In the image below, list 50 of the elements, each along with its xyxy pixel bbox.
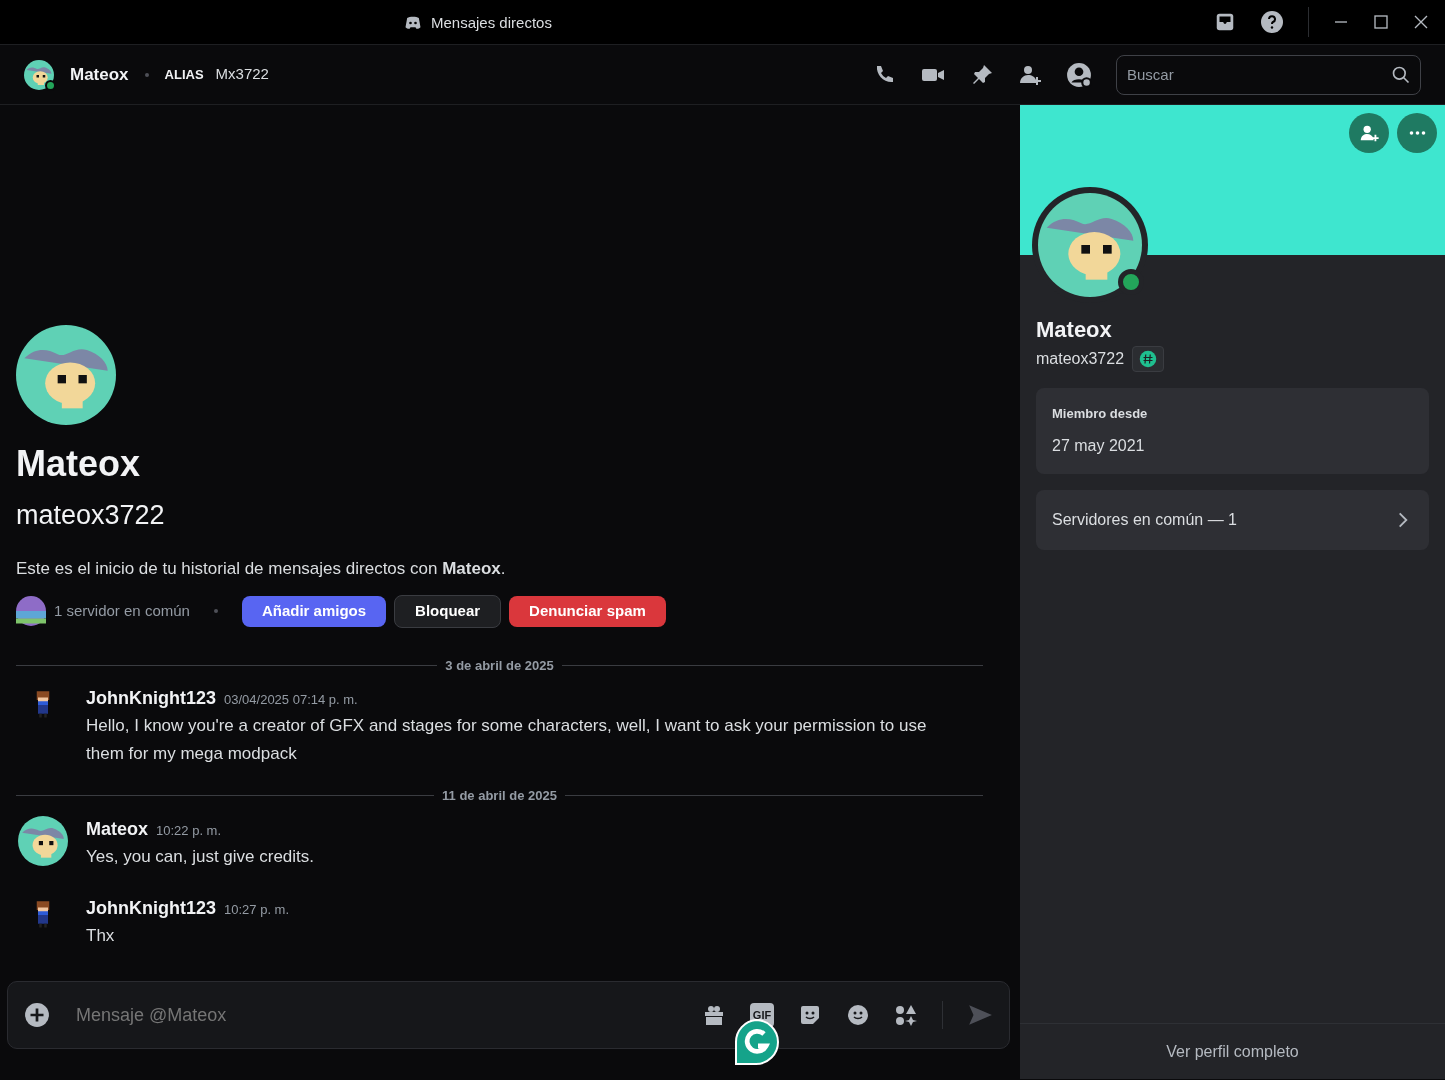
apps-icon[interactable] [894,1003,918,1027]
member-since-label: Miembro desde [1052,405,1149,423]
message-author: JohnKnight123 [86,687,216,710]
message-text: Thx [86,924,116,947]
help-icon[interactable] [1260,10,1284,34]
action-button[interactable]: Denunciar spam [509,596,666,627]
alias-value: Mx3722 [215,64,269,85]
emoji-icon[interactable] [846,1003,870,1027]
date-divider: 3 de abril de 2025 [445,656,554,675]
sticker-icon[interactable] [798,1003,822,1027]
hashtag-badge-icon [1139,350,1158,368]
maximize-icon[interactable] [1373,14,1389,30]
message-author: JohnKnight123 [86,896,216,920]
profile-name: Mateox [16,442,142,486]
user-name: Mateox [70,63,129,86]
message-timestamp: 10:22 p. m. [156,821,222,840]
message-timestamp: 03/04/2025 07:14 p. m. [224,691,358,709]
profile-icon[interactable] [1066,61,1092,88]
mutual-servers-row[interactable]: Servidores en común — 1 [1036,489,1429,550]
user-avatar [24,59,54,90]
view-full-profile-link[interactable]: Ver perfil completo [1166,1039,1299,1064]
search-icon [1391,64,1411,85]
inbox-icon[interactable] [1214,11,1236,33]
more-icon [1408,131,1426,135]
date-divider: 11 de abril de 2025 [442,787,557,805]
more-button[interactable] [1397,113,1437,153]
profile-name: Mateox [1036,316,1113,344]
online-status-dot [45,79,56,91]
message-field[interactable]: Mensaje @Mateox GIF [7,981,1010,1049]
message-timestamp: 10:27 p. m. [224,900,290,919]
server-icon [16,596,46,627]
add-attachment-icon[interactable] [24,1002,50,1028]
mutual-servers-text: 1 servidor en común [54,601,190,621]
alias-label: ALIAS [164,65,204,84]
search-field[interactable]: Buscar [1116,54,1421,95]
action-button[interactable]: Añadir amigos [241,596,387,627]
window-title: Mensajes directos [431,13,552,33]
close-icon[interactable] [1413,14,1429,30]
add-friend-button[interactable] [1349,113,1389,153]
profile-username: mateox3722 [1036,349,1125,369]
gift-icon[interactable] [702,1003,726,1027]
profile-username: mateox3722 [16,499,166,532]
grammar-assistant-icon[interactable] [732,1018,780,1066]
message-text: Hello, I know you're a creator of GFX and stages for some characters, well, I want to ask your permission to use them for my mega modpack [86,715,928,765]
intro-text: Este es el inicio de tu historial de mensajes directos con Mateox. [16,557,507,580]
action-button[interactable]: Bloquear [394,595,502,628]
message-author: Mateox [86,817,148,841]
member-since-date: 27 may 2021 [1052,435,1146,456]
mutual-servers-text: Servidores en común — 1 [1052,509,1237,530]
message-text: Yes, you can, just give credits. [86,845,315,868]
